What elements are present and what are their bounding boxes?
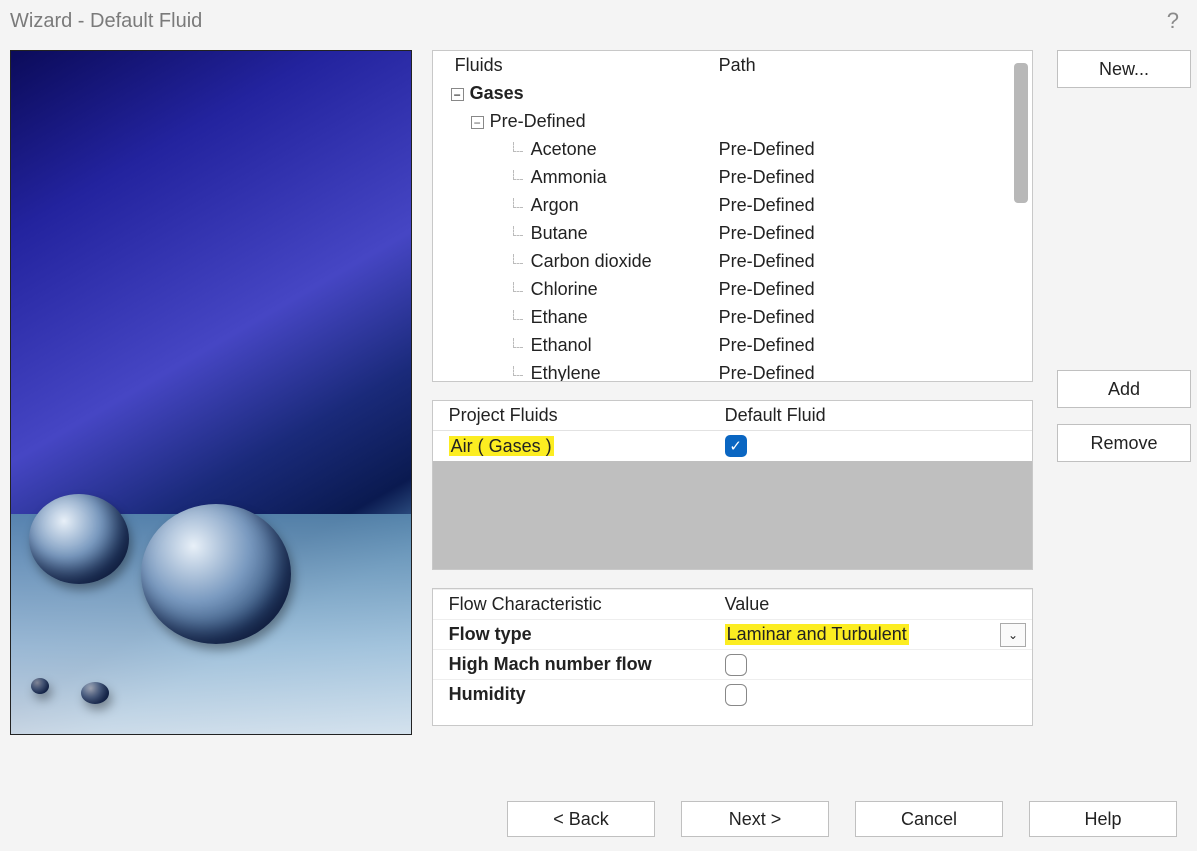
flow-row: High Mach number flow [433, 649, 1032, 679]
tree-branch-icon [513, 254, 523, 264]
fluid-item-name: Carbon dioxide [531, 251, 652, 271]
collapse-icon[interactable]: − [471, 116, 484, 129]
fluids-header-col1: Fluids [433, 55, 715, 76]
fluid-item-name: Ethane [531, 307, 588, 327]
fluid-item-path: Pre-Defined [715, 223, 1032, 244]
fluid-item-name: Chlorine [531, 279, 598, 299]
tree-branch-icon [513, 198, 523, 208]
tree-branch-icon [513, 170, 523, 180]
new-button[interactable]: New... [1057, 50, 1191, 88]
flow-row: Flow typeLaminar and Turbulent ⌄ [433, 619, 1032, 649]
fluid-item-row[interactable]: Carbon dioxide Pre-Defined [433, 247, 1032, 275]
fluids-category-row[interactable]: −Gases [433, 79, 1032, 107]
flow-checkbox[interactable] [725, 684, 747, 706]
project-fluids-header-col1: Project Fluids [433, 405, 721, 426]
fluid-item-row[interactable]: Acetone Pre-Defined [433, 135, 1032, 163]
fluid-item-path: Pre-Defined [715, 195, 1032, 216]
default-fluid-checkbox[interactable]: ✓ [725, 435, 747, 457]
flow-value: Laminar and Turbulent [725, 624, 909, 645]
fluids-category-label: Gases [470, 83, 524, 103]
fluid-item-path: Pre-Defined [715, 307, 1032, 328]
flow-checkbox[interactable] [725, 654, 747, 676]
tree-branch-icon [513, 366, 523, 376]
project-fluid-row[interactable]: Air ( Gases ) ✓ [433, 431, 1032, 461]
flow-characteristic-panel: Flow Characteristic Value Flow typeLamin… [432, 588, 1033, 726]
project-fluids-header-col2: Default Fluid [721, 405, 1032, 426]
fluid-item-row[interactable]: Butane Pre-Defined [433, 219, 1032, 247]
fluid-item-name: Butane [531, 223, 588, 243]
remove-button[interactable]: Remove [1057, 424, 1191, 462]
fluid-item-path: Pre-Defined [715, 251, 1032, 272]
fluid-item-name: Acetone [531, 139, 597, 159]
tree-branch-icon [513, 338, 523, 348]
flow-row: Humidity [433, 679, 1032, 709]
tree-branch-icon [513, 282, 523, 292]
fluid-item-name: Argon [531, 195, 579, 215]
fluid-item-row[interactable]: Ethane Pre-Defined [433, 303, 1032, 331]
flow-label: Humidity [433, 684, 721, 705]
collapse-icon[interactable]: − [451, 88, 464, 101]
project-fluids-panel: Project Fluids Default Fluid Air ( Gases… [432, 400, 1033, 570]
tree-branch-icon [513, 310, 523, 320]
fluid-item-name: Ethanol [531, 335, 592, 355]
next-button[interactable]: Next > [681, 801, 829, 837]
fluids-tree-panel: Fluids Path −Gases −Pre-Defined AcetoneP… [432, 50, 1033, 382]
fluid-item-name: Ethylene [531, 363, 601, 383]
fluid-item-row[interactable]: Ethanol Pre-Defined [433, 331, 1032, 359]
fluids-header-col2: Path [715, 55, 1032, 76]
back-button[interactable]: < Back [507, 801, 655, 837]
flow-label: Flow type [433, 624, 721, 645]
fluids-scrollbar[interactable] [1012, 55, 1030, 377]
cancel-button[interactable]: Cancel [855, 801, 1003, 837]
fluid-item-path: Pre-Defined [715, 279, 1032, 300]
fluid-item-row[interactable]: Ammonia Pre-Defined [433, 163, 1032, 191]
tree-branch-icon [513, 226, 523, 236]
flow-header-col2: Value [721, 594, 1032, 615]
help-icon[interactable]: ? [1167, 8, 1179, 34]
fluid-item-row[interactable]: Ethylene Pre-Defined [433, 359, 1032, 382]
help-button[interactable]: Help [1029, 801, 1177, 837]
wizard-image [10, 50, 412, 735]
tree-branch-icon [513, 142, 523, 152]
chevron-down-icon[interactable]: ⌄ [1000, 623, 1026, 647]
scrollbar-thumb[interactable] [1014, 63, 1028, 203]
flow-header-col1: Flow Characteristic [433, 594, 721, 615]
fluids-subcategory-label: Pre-Defined [490, 111, 586, 131]
fluid-item-row[interactable]: Argon Pre-Defined [433, 191, 1032, 219]
project-fluid-name: Air ( Gases ) [449, 436, 554, 456]
add-button[interactable]: Add [1057, 370, 1191, 408]
flow-label: High Mach number flow [433, 654, 721, 675]
fluids-subcategory-row[interactable]: −Pre-Defined [433, 107, 1032, 135]
fluid-item-path: Pre-Defined [715, 363, 1032, 383]
fluid-item-path: Pre-Defined [715, 139, 1032, 160]
fluid-item-row[interactable]: Chlorine Pre-Defined [433, 275, 1032, 303]
fluid-item-name: Ammonia [531, 167, 607, 187]
fluid-item-path: Pre-Defined [715, 335, 1032, 356]
fluid-item-path: Pre-Defined [715, 167, 1032, 188]
dialog-title: Wizard - Default Fluid [10, 10, 202, 33]
